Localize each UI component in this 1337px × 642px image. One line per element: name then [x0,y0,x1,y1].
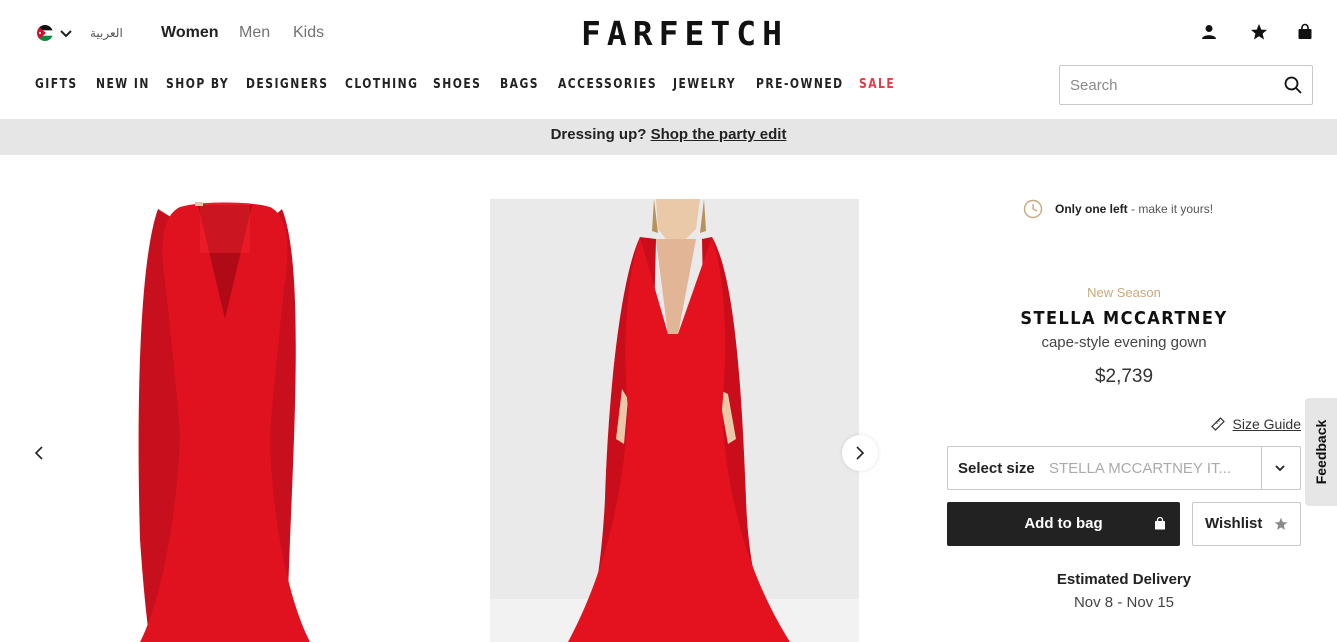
nav-shop-by[interactable]: SHOP BY [166,77,229,92]
add-to-bag-button[interactable]: Add to bag [947,502,1180,546]
gender-tab-women[interactable]: Women [161,24,218,42]
farfetch-logo[interactable]: FARFETCH [581,14,788,54]
size-select-value: STELLA MCCARTNEY IT... [1049,460,1231,477]
wishlist-label: Wishlist [1205,515,1263,532]
clock-icon [1023,199,1043,219]
banner-link[interactable]: Shop the party edit [651,126,787,143]
ruler-icon [1210,417,1225,431]
product-description: cape-style evening gown [1041,334,1207,351]
wishlist-button[interactable]: Wishlist [1192,502,1301,546]
stock-rest-text: - make it yours! [1127,202,1214,216]
nav-gifts[interactable]: GIFTS [35,77,78,92]
top-bar: العربية Women Men Kids FARFETCH [0,0,1337,66]
nav-shoes[interactable]: SHOES [433,77,481,92]
product-image-model[interactable] [490,199,859,642]
size-select[interactable]: Select size STELLA MCCARTNEY IT... [947,446,1301,490]
nav-bags[interactable]: BAGS [500,77,539,92]
user-icon[interactable] [1200,23,1218,41]
promo-banner: Dressing up? Shop the party edit [0,119,1337,155]
next-image-button[interactable] [842,435,878,471]
size-select-label: Select size [958,460,1035,477]
size-select-divider [1261,447,1262,489]
nav-designers[interactable]: DESIGNERS [246,77,329,92]
add-to-bag-label: Add to bag [1024,515,1103,532]
nav-pre-owned[interactable]: PRE-OWNED [756,77,844,92]
gender-tab-men[interactable]: Men [239,24,270,42]
product-image-flat[interactable] [110,199,340,642]
stock-bold-text: Only one left [1055,202,1128,216]
nav-sale[interactable]: SALE [859,77,895,92]
gender-tab-kids[interactable]: Kids [293,24,324,42]
language-switch[interactable]: العربية [90,26,123,40]
product-price: $2,739 [1094,366,1154,387]
season-label: New Season [1087,285,1161,300]
brand-name[interactable]: STELLA MCCARTNEY [965,308,1284,329]
feedback-label: Feedback [1313,419,1329,485]
chevron-left-icon[interactable] [30,444,48,462]
search-box[interactable] [1059,65,1313,105]
feedback-tab[interactable]: Feedback [1305,398,1337,506]
nav-accessories[interactable]: ACCESSORIES [558,77,657,92]
nav-clothing[interactable]: CLOTHING [345,77,418,92]
delivery-title: Estimated Delivery [1056,571,1192,588]
bag-icon[interactable] [1296,23,1314,41]
star-icon [1274,517,1288,530]
chevron-down-icon[interactable] [1273,461,1287,475]
jordan-flag-icon[interactable] [37,25,53,41]
chevron-down-icon[interactable] [58,25,74,41]
chevron-right-icon [856,446,865,460]
nav-jewelry[interactable]: JEWELRY [673,77,736,92]
delivery-dates: Nov 8 - Nov 15 [1073,594,1175,611]
banner-text: Dressing up? [550,126,647,143]
star-icon[interactable] [1250,23,1268,41]
nav-new-in[interactable]: NEW IN [96,77,150,92]
search-input[interactable] [1070,75,1280,95]
bag-icon [1155,517,1165,530]
size-guide-link[interactable]: Size Guide [1210,416,1301,432]
search-icon[interactable] [1283,75,1303,95]
size-guide-label[interactable]: Size Guide [1233,416,1301,432]
